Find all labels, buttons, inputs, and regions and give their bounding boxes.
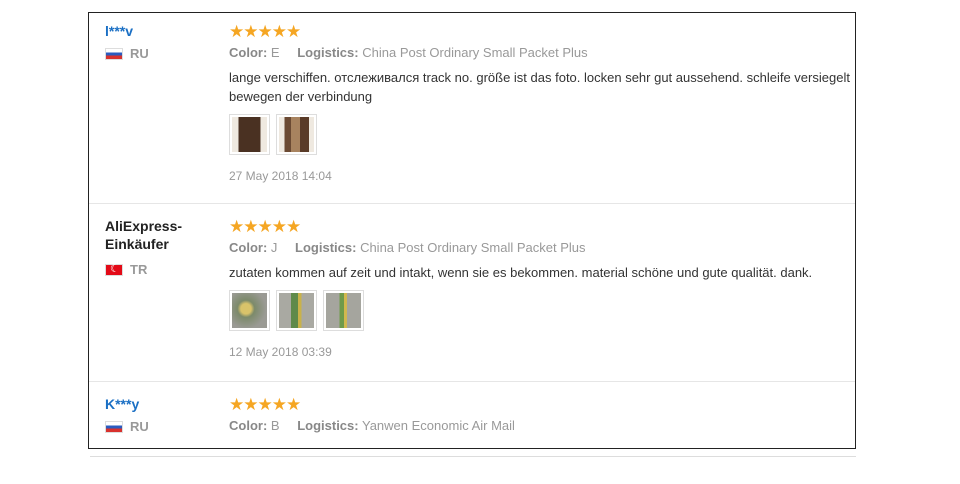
logistics-value: China Post Ordinary Small Packet Plus <box>360 240 586 255</box>
logistics-value: Yanwen Economic Air Mail <box>362 418 515 433</box>
review-date: 12 May 2018 03:39 <box>229 345 332 359</box>
review-photo-thumbnail[interactable] <box>323 290 364 331</box>
logistics-label: Logistics: <box>297 418 359 433</box>
country-code: TR <box>130 262 148 277</box>
country-code: RU <box>130 419 149 434</box>
review-body: ★★★★★ Color: J Logistics: China Post Ord… <box>229 217 855 359</box>
review-photos <box>229 290 855 331</box>
divider <box>90 456 856 457</box>
review-text: zutaten kommen auf zeit und intakt, wenn… <box>229 263 855 282</box>
review-text-line: lange verschiffen. отслеживался track no… <box>229 70 850 85</box>
order-meta: Color: B Logistics: Yanwen Economic Air … <box>229 418 855 433</box>
color-label: Color: <box>229 418 268 433</box>
photo-image <box>279 293 314 328</box>
color-value: B <box>270 418 280 433</box>
reviewer-info: l***v RU <box>105 22 215 61</box>
logistics-label: Logistics: <box>295 240 357 255</box>
reviewer-info: AliExpress- Einkäufer TR <box>105 217 215 277</box>
review-photo-thumbnail[interactable] <box>276 114 317 155</box>
panel-border <box>855 12 856 449</box>
review-photo-thumbnail[interactable] <box>229 114 270 155</box>
reviewer-name-link[interactable]: l***v <box>105 22 215 40</box>
color-value: E <box>270 45 280 60</box>
reviews-panel: l***v RU ★★★★★ Color: E Logistics: China… <box>88 12 855 449</box>
order-meta: Color: J Logistics: China Post Ordinary … <box>229 240 855 255</box>
star-rating: ★★★★★ <box>229 22 301 41</box>
review-photo-thumbnail[interactable] <box>229 290 270 331</box>
reviewer-name-link[interactable]: K***y <box>105 395 215 413</box>
photo-image <box>232 117 267 152</box>
logistics-label: Logistics: <box>297 45 359 60</box>
photo-image <box>279 117 314 152</box>
review-item: AliExpress- Einkäufer TR ★★★★★ Color: J … <box>89 204 855 382</box>
logistics-value: China Post Ordinary Small Packet Plus <box>362 45 588 60</box>
turkey-flag-icon <box>105 262 123 276</box>
star-rating: ★★★★★ <box>229 395 301 414</box>
review-text: lange verschiffen. отслеживался track no… <box>229 68 855 106</box>
review-text-line: zutaten kommen auf zeit und intakt, wenn… <box>229 265 813 280</box>
reviewer-name-line: AliExpress- <box>105 218 183 234</box>
color-value: J <box>270 240 278 255</box>
reviewer-country: TR <box>105 262 215 277</box>
color-label: Color: <box>229 240 268 255</box>
review-item: K***y RU ★★★★★ Color: B Logistics: Yanwe… <box>89 382 855 448</box>
color-label: Color: <box>229 45 268 60</box>
review-body: ★★★★★ Color: B Logistics: Yanwen Economi… <box>229 395 855 433</box>
review-photos <box>229 114 855 155</box>
review-item: l***v RU ★★★★★ Color: E Logistics: China… <box>89 13 855 204</box>
russia-flag-icon <box>105 47 123 60</box>
reviewer-name-line: Einkäufer <box>105 236 169 252</box>
reviewer-info: K***y RU <box>105 395 215 434</box>
review-photo-thumbnail[interactable] <box>276 290 317 331</box>
country-code: RU <box>130 46 149 61</box>
panel-border <box>88 448 856 449</box>
russia-flag-icon <box>105 420 123 433</box>
reviewer-country: RU <box>105 419 215 434</box>
reviewer-country: RU <box>105 46 215 61</box>
photo-image <box>232 293 267 328</box>
order-meta: Color: E Logistics: China Post Ordinary … <box>229 45 855 60</box>
photo-image <box>326 293 361 328</box>
review-body: ★★★★★ Color: E Logistics: China Post Ord… <box>229 22 855 183</box>
review-text-line: bewegen der verbindung <box>229 89 373 104</box>
review-date: 27 May 2018 14:04 <box>229 169 332 183</box>
star-rating: ★★★★★ <box>229 217 301 236</box>
reviewer-name: AliExpress- Einkäufer <box>105 217 215 253</box>
